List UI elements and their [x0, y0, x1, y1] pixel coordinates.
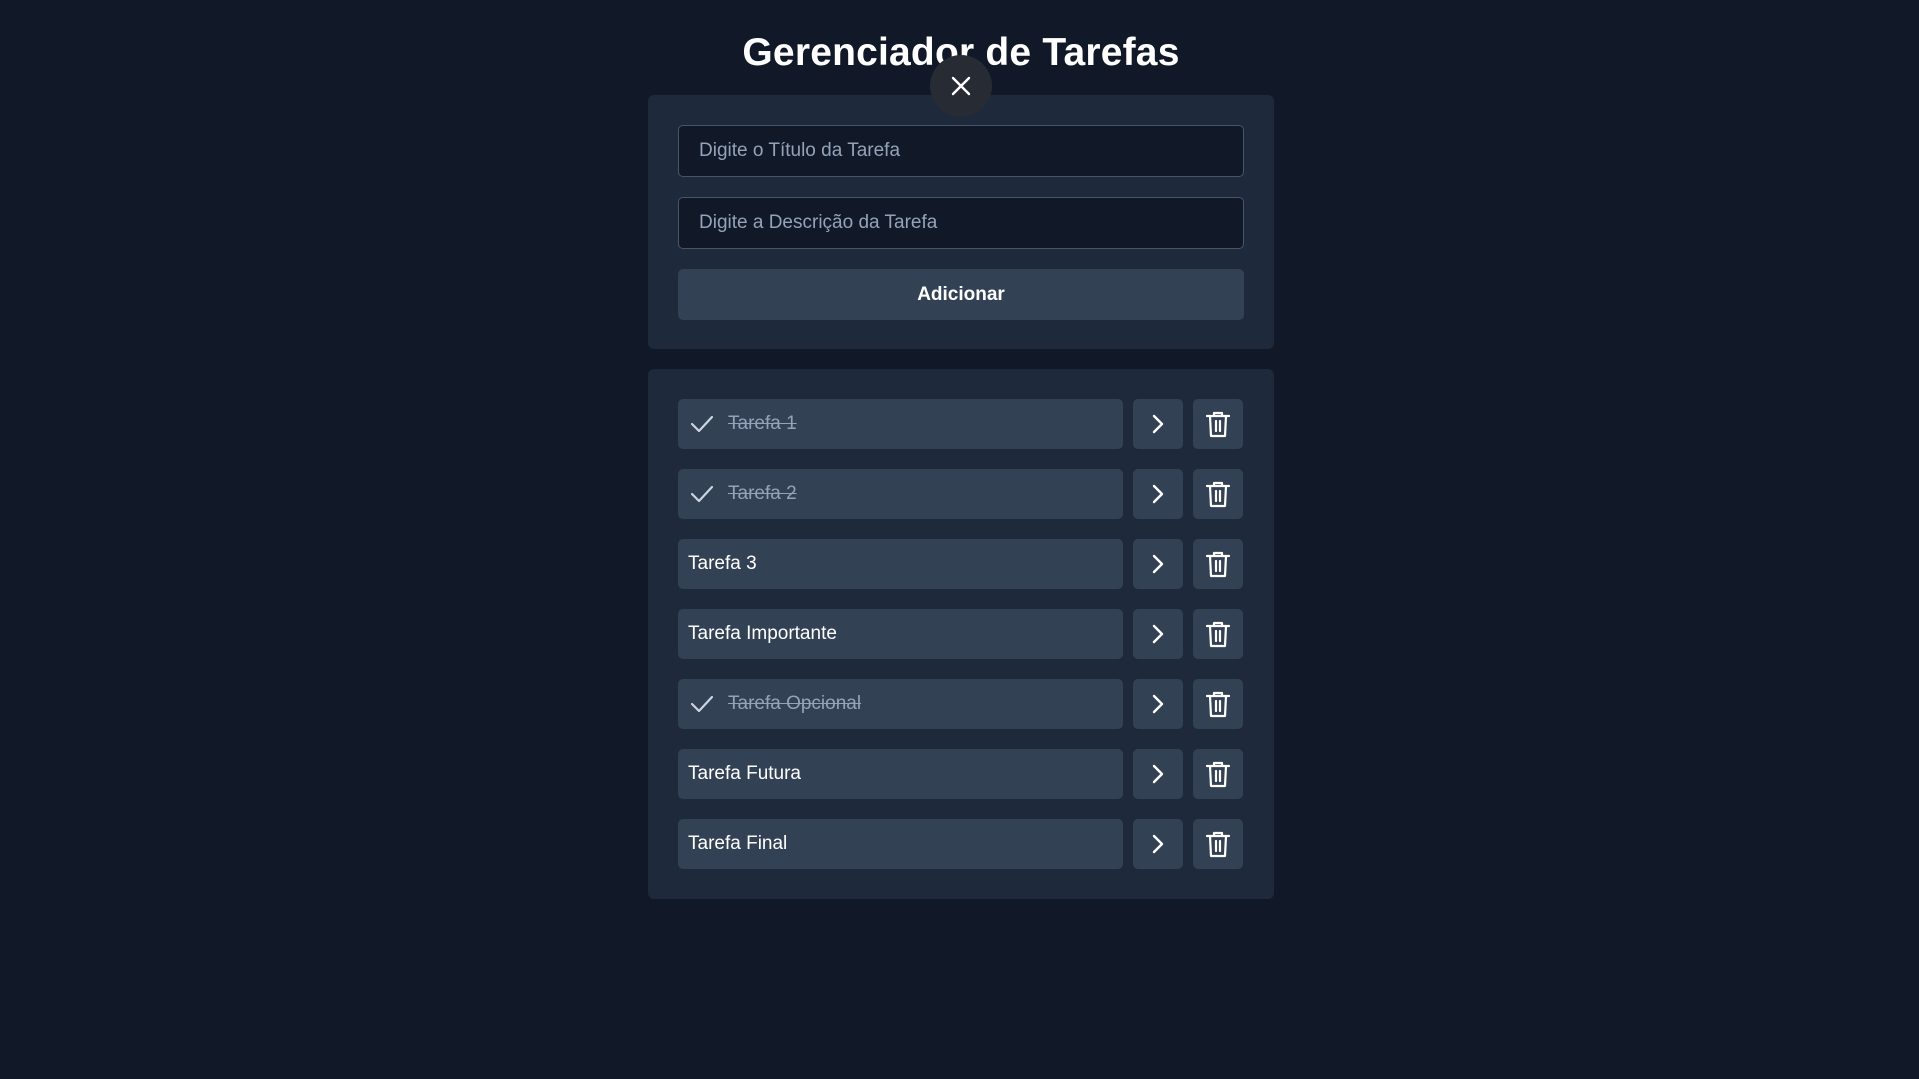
- trash-icon: [1205, 621, 1231, 648]
- trash-icon: [1205, 831, 1231, 858]
- task-row: Tarefa Importante: [678, 609, 1244, 659]
- delete-task-button[interactable]: [1193, 609, 1243, 659]
- task-title: Tarefa Futura: [688, 763, 801, 784]
- task-title: Tarefa 2: [728, 483, 797, 504]
- task-item[interactable]: Tarefa Futura: [678, 749, 1123, 799]
- task-title-input[interactable]: [678, 125, 1244, 177]
- task-row: Tarefa 3: [678, 539, 1244, 589]
- task-item[interactable]: Tarefa Importante: [678, 609, 1123, 659]
- open-task-button[interactable]: [1133, 469, 1183, 519]
- check-icon: [690, 415, 714, 433]
- delete-task-button[interactable]: [1193, 679, 1243, 729]
- trash-icon: [1205, 691, 1231, 718]
- close-button[interactable]: [930, 55, 992, 117]
- trash-icon: [1205, 551, 1231, 578]
- close-icon: [951, 76, 971, 96]
- trash-icon: [1205, 411, 1231, 438]
- task-row: Tarefa Opcional: [678, 679, 1244, 729]
- open-task-button[interactable]: [1133, 539, 1183, 589]
- task-item[interactable]: Tarefa Final: [678, 819, 1123, 869]
- task-title: Tarefa Final: [688, 833, 788, 854]
- open-task-button[interactable]: [1133, 609, 1183, 659]
- task-description-input[interactable]: [678, 197, 1244, 249]
- task-row: Tarefa 1: [678, 399, 1244, 449]
- open-task-button[interactable]: [1133, 399, 1183, 449]
- task-row: Tarefa 2: [678, 469, 1244, 519]
- open-task-button[interactable]: [1133, 819, 1183, 869]
- task-item[interactable]: Tarefa 1: [678, 399, 1123, 449]
- add-task-form: Adicionar: [648, 95, 1274, 349]
- task-item[interactable]: Tarefa 2: [678, 469, 1123, 519]
- task-title: Tarefa 3: [688, 553, 757, 574]
- delete-task-button[interactable]: [1193, 539, 1243, 589]
- delete-task-button[interactable]: [1193, 749, 1243, 799]
- task-item[interactable]: Tarefa 3: [678, 539, 1123, 589]
- task-title: Tarefa Opcional: [728, 693, 862, 714]
- delete-task-button[interactable]: [1193, 469, 1243, 519]
- task-title: Tarefa Importante: [688, 623, 837, 644]
- chevron-right-icon: [1152, 694, 1164, 714]
- check-icon: [690, 695, 714, 713]
- delete-task-button[interactable]: [1193, 819, 1243, 869]
- chevron-right-icon: [1152, 554, 1164, 574]
- task-title: Tarefa 1: [728, 413, 797, 434]
- chevron-right-icon: [1152, 484, 1164, 504]
- chevron-right-icon: [1152, 414, 1164, 434]
- add-task-button[interactable]: Adicionar: [678, 269, 1244, 320]
- open-task-button[interactable]: [1133, 749, 1183, 799]
- task-list: Tarefa 1 Tarefa 2 Tarefa 3 Tarefa Import…: [648, 369, 1274, 899]
- trash-icon: [1205, 481, 1231, 508]
- check-icon: [690, 485, 714, 503]
- task-row: Tarefa Final: [678, 819, 1244, 869]
- chevron-right-icon: [1152, 624, 1164, 644]
- delete-task-button[interactable]: [1193, 399, 1243, 449]
- trash-icon: [1205, 761, 1231, 788]
- task-item[interactable]: Tarefa Opcional: [678, 679, 1123, 729]
- task-row: Tarefa Futura: [678, 749, 1244, 799]
- open-task-button[interactable]: [1133, 679, 1183, 729]
- chevron-right-icon: [1152, 834, 1164, 854]
- chevron-right-icon: [1152, 764, 1164, 784]
